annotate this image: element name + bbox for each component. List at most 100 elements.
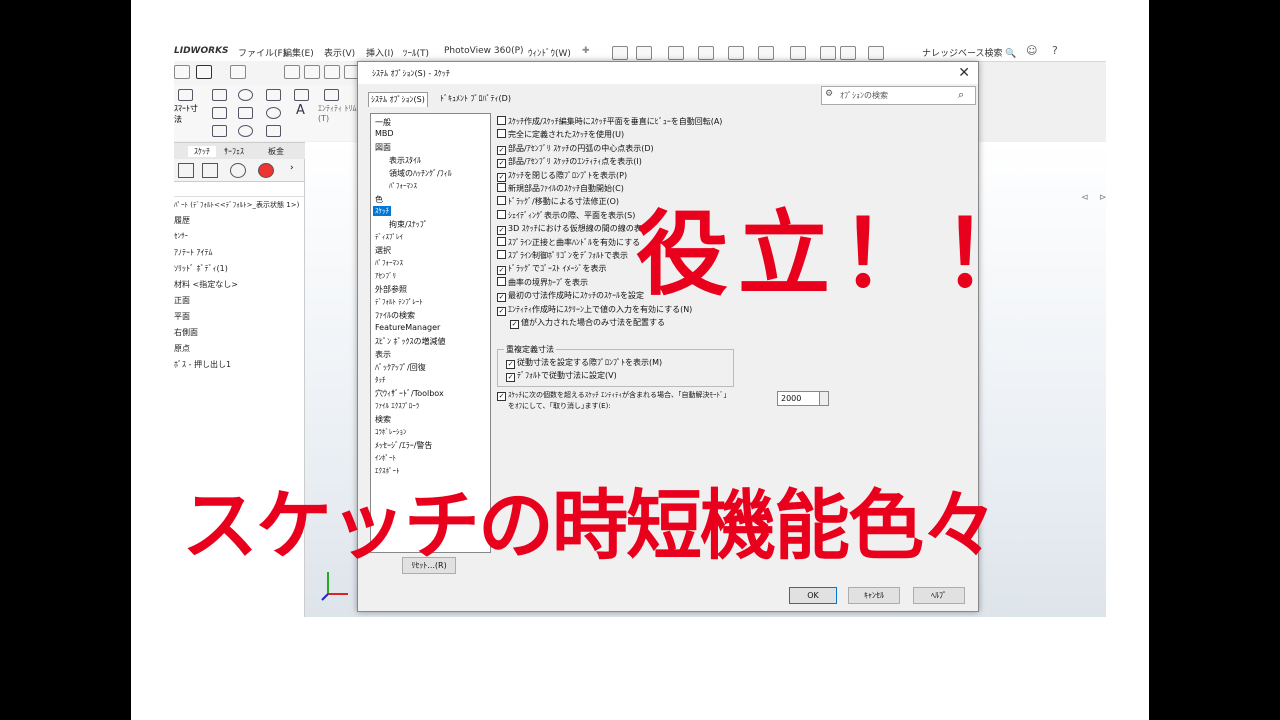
tree-search[interactable]: 検索 xyxy=(375,414,391,425)
sketch-option[interactable]: ✓ 最初の寸法作成時にｽｹｯﾁのｽｹｰﾙを設定 xyxy=(497,290,644,303)
text-icon[interactable]: A xyxy=(296,103,305,118)
new-document-icon[interactable] xyxy=(636,46,652,60)
checkbox[interactable]: ✓ xyxy=(497,226,506,236)
tab-surface[interactable]: ｻｰﾌｪｽ xyxy=(224,146,244,157)
polygon-icon[interactable] xyxy=(238,125,253,137)
checkbox[interactable] xyxy=(497,129,506,139)
tree-display[interactable]: ﾃﾞｨｽﾌﾟﾚｲ xyxy=(375,232,403,242)
view-icon[interactable] xyxy=(174,65,190,79)
arc-icon[interactable] xyxy=(238,107,253,119)
sketch-option[interactable]: 曲率の境界ｶｰﾌﾞを表示 xyxy=(497,276,588,288)
property-manager-icon[interactable] xyxy=(202,163,218,178)
sketch-option[interactable]: ✓ ﾄﾞﾗｯｸﾞでｺﾞｰｽﾄ ｲﾒｰｼﾞを表示 xyxy=(497,263,607,276)
tree-item-origin[interactable]: 原点 xyxy=(174,343,190,354)
checkbox[interactable]: ✓ xyxy=(497,306,506,316)
help-button[interactable]: ﾍﾙﾌﾟ xyxy=(913,587,965,604)
options-search-input[interactable]: ⚙ ｵﾌﾟｼｮﾝの検索 ⌕ xyxy=(821,86,976,105)
rectangle-icon[interactable] xyxy=(212,107,227,119)
cancel-button[interactable]: ｷｬﾝｾﾙ xyxy=(848,587,900,604)
tree-item-history[interactable]: 履歴 xyxy=(174,215,190,226)
configuration-icon[interactable] xyxy=(230,163,246,178)
trim-entities-label[interactable]: ｴﾝﾃｨﾃｨ ﾄﾘﾑ(T) xyxy=(318,103,358,123)
checkbox[interactable] xyxy=(497,236,506,246)
offset-icon[interactable] xyxy=(266,125,281,137)
group-option[interactable]: ✓ 従動寸法を設定する際ﾌﾟﾛﾝﾌﾟﾄを表示(M) xyxy=(506,357,662,369)
tree-view[interactable]: 表示 xyxy=(375,349,391,360)
autosolve-option[interactable]: ✓ ｽｹｯﾁに次の個数を超えるｽｹｯﾁ ｴﾝﾃｨﾃｨが含まれる場合、｢自動解決ﾓｰ… xyxy=(497,390,727,401)
home-icon[interactable] xyxy=(612,46,628,60)
sketch-option[interactable]: ｽｹｯﾁ作成/ｽｹｯﾁ編集時にｽｹｯﾁ平面を垂直にﾋﾞｭｰを自動回転(A) xyxy=(497,116,722,127)
tree-import[interactable]: ｲﾝﾎﾟｰﾄ xyxy=(375,453,396,463)
tree-item-right-plane[interactable]: 右側面 xyxy=(174,327,198,338)
tree-drawings[interactable]: 図面 xyxy=(375,142,391,153)
pin-icon[interactable]: ✚ xyxy=(582,46,590,56)
tab-sketch[interactable]: ｽｹｯﾁ xyxy=(188,146,216,157)
checkbox[interactable]: ✓ xyxy=(506,360,515,369)
sketch-option[interactable]: ✓ 値が入力された場合のみ寸法を配置する xyxy=(510,317,665,329)
tree-file-locations[interactable]: ﾌｧｲﾙの検索 xyxy=(375,310,415,321)
feature-tree-icon[interactable] xyxy=(178,163,194,178)
tree-selection[interactable]: 選択 xyxy=(375,245,391,256)
tree-performance[interactable]: ﾊﾟﾌｫｰﾏﾝｽ xyxy=(375,258,403,268)
open-icon[interactable] xyxy=(668,46,684,60)
rebuild-icon[interactable] xyxy=(820,46,836,60)
slot-icon[interactable] xyxy=(212,125,227,137)
checkbox[interactable]: ✓ xyxy=(497,159,506,169)
save-icon[interactable] xyxy=(698,46,714,60)
appearance-icon[interactable] xyxy=(230,65,246,79)
user-icon[interactable]: ☺ xyxy=(1026,44,1037,57)
display-manager-icon[interactable] xyxy=(258,163,274,178)
group-option[interactable]: ✓ ﾃﾞﾌｫﾙﾄで従動寸法に設定(V) xyxy=(506,370,617,382)
tab-system-options[interactable]: ｼｽﾃﾑ ｵﾌﾟｼｮﾝ(S) xyxy=(368,92,428,107)
knowledge-search[interactable]: ナレッジベース検索 🔍 xyxy=(922,46,1017,59)
tree-general[interactable]: 一般 xyxy=(375,117,391,128)
tab-sheetmetal[interactable]: 板金 xyxy=(268,146,284,157)
point-icon[interactable] xyxy=(294,89,309,101)
sketch-option[interactable]: 新規部品ﾌｧｲﾙのｽｹｯﾁ自動開始(C) xyxy=(497,183,624,194)
help-icon[interactable]: ? xyxy=(1052,44,1058,57)
tree-spin-box[interactable]: ｽﾋﾟﾝ ﾎﾞｯｸｽの増減値 xyxy=(375,336,446,347)
search-icon[interactable]: ⌕ xyxy=(958,88,964,102)
filter-bar[interactable] xyxy=(174,183,304,197)
checkbox[interactable]: ✓ xyxy=(510,320,519,329)
checkbox[interactable] xyxy=(497,250,506,259)
part-header[interactable]: ﾊﾟｰﾄ (ﾃﾞﾌｫﾙﾄ<<ﾃﾞﾌｫﾙﾄ>_表示状態 1>) xyxy=(174,200,299,210)
tree-item-sensors[interactable]: ｾﾝｻｰ xyxy=(174,231,188,241)
tree-backup[interactable]: ﾊﾞｯｸｱｯﾌﾟ/回復 xyxy=(375,362,426,373)
collapse-right-icon[interactable]: ⊳ xyxy=(1099,193,1106,203)
checkbox[interactable] xyxy=(497,196,506,206)
line-icon[interactable] xyxy=(212,89,227,101)
sketch-option[interactable]: 完全に定義されたｽｹｯﾁを使用(U) xyxy=(497,129,624,140)
sketch-option[interactable]: ✓ 部品/ｱｾﾝﾌﾞﾘ ｽｹｯﾁの円弧の中心点表示(D) xyxy=(497,143,654,155)
undo-icon[interactable] xyxy=(758,46,774,60)
fillet-icon[interactable] xyxy=(266,107,281,119)
tree-featuremanager[interactable]: FeatureManager xyxy=(375,323,440,332)
checkbox[interactable]: ✓ xyxy=(497,266,506,276)
ok-button[interactable]: OK xyxy=(789,587,837,604)
spin-arrows-icon[interactable] xyxy=(819,391,829,406)
checkbox[interactable]: ✓ xyxy=(497,293,506,303)
tree-item-solid-bodies[interactable]: ｿﾘｯﾄﾞ ﾎﾞﾃﾞｨ(1) xyxy=(174,263,228,274)
menu-edit[interactable]: 編集(E) xyxy=(283,46,314,59)
tree-drawing-performance[interactable]: ﾊﾟﾌｫｰﾏﾝｽ xyxy=(389,181,417,191)
checkbox[interactable] xyxy=(497,276,506,286)
sketch-option[interactable]: ｼｪｲﾃﾞｨﾝｸﾞ表示の際、平面を表示(S) xyxy=(497,209,635,221)
tree-touch[interactable]: ﾀｯﾁ xyxy=(375,375,386,385)
tree-file-explorer[interactable]: ﾌｧｲﾙ ｴｸｽﾌﾟﾛｰﾗ xyxy=(375,401,419,411)
checkbox[interactable]: ✓ xyxy=(497,392,506,401)
checkbox[interactable] xyxy=(497,209,506,219)
tree-mbd[interactable]: MBD xyxy=(375,129,394,138)
checkbox[interactable]: ✓ xyxy=(497,172,506,182)
options-gear-icon[interactable] xyxy=(868,46,884,60)
tree-collaboration[interactable]: ｺﾗﾎﾞﾚｰｼｮﾝ xyxy=(375,427,407,437)
tree-messages[interactable]: ﾒｯｾｰｼﾞ/ｴﾗｰ/警告 xyxy=(375,440,432,451)
print-icon[interactable] xyxy=(728,46,744,60)
measure-icon[interactable] xyxy=(304,65,320,79)
circle-icon[interactable] xyxy=(238,89,253,101)
checkbox[interactable]: ✓ xyxy=(497,145,506,155)
tree-external-references[interactable]: 外部参照 xyxy=(375,284,407,295)
menu-window[interactable]: ｳｨﾝﾄﾞｳ(W) xyxy=(528,46,571,59)
menu-file[interactable]: ファイル(F) xyxy=(238,46,286,59)
chevron-right-icon[interactable]: › xyxy=(290,163,294,173)
menu-tools[interactable]: ﾂｰﾙ(T) xyxy=(403,46,429,59)
